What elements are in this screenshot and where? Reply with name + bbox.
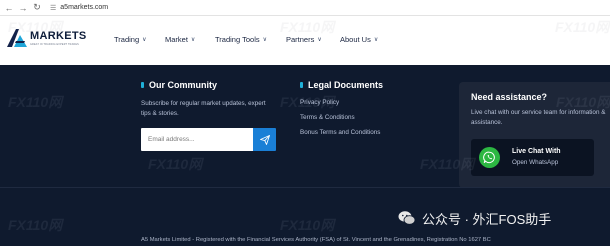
bullet-marker-icon bbox=[141, 82, 144, 88]
nav-item-market[interactable]: Market ∨ bbox=[165, 35, 195, 44]
chevron-down-icon: ∨ bbox=[262, 37, 268, 43]
assistance-title: Need assistance? bbox=[471, 92, 548, 102]
chevron-down-icon: ∨ bbox=[373, 37, 379, 43]
footer-divider bbox=[0, 187, 610, 188]
legal-notice: A5 Markets Limited - Registered with the… bbox=[141, 237, 491, 243]
nav-item-trading-tools[interactable]: Trading Tools ∨ bbox=[215, 35, 267, 44]
chat-title: Live Chat With bbox=[512, 148, 561, 155]
url-text: a5markets.com bbox=[60, 4, 109, 11]
site-header: MARKETS GREAT IN TRADING EXPERT TRADES T… bbox=[0, 16, 610, 65]
bonus-terms-link[interactable]: Bonus Terms and Conditions bbox=[300, 129, 380, 136]
whatsapp-icon bbox=[479, 147, 500, 168]
nav-item-trading[interactable]: Trading ∨ bbox=[114, 35, 147, 44]
wechat-watermark: 公众号 · 外汇FOS助手 bbox=[398, 206, 551, 230]
back-arrow-icon[interactable]: ← bbox=[2, 1, 16, 15]
nav-label: Market bbox=[165, 35, 188, 44]
nav-label: Trading bbox=[114, 35, 140, 44]
nav-item-partners[interactable]: Partners ∨ bbox=[286, 35, 322, 44]
community-title: Our Community bbox=[141, 80, 217, 90]
whatsapp-chat-button[interactable]: Live Chat With Open WhatsApp bbox=[471, 139, 594, 176]
chevron-down-icon: ∨ bbox=[317, 37, 322, 43]
nav-label: Trading Tools bbox=[215, 35, 260, 44]
chevron-down-icon: ∨ bbox=[142, 37, 147, 43]
community-description: Subscribe for regular market updates, ex… bbox=[141, 100, 266, 117]
nav-label: Partners bbox=[286, 35, 315, 44]
terms-conditions-link[interactable]: Terms & Conditions bbox=[300, 114, 355, 121]
chat-subtitle: Open WhatsApp bbox=[512, 159, 559, 166]
site-info-icon[interactable]: ☰ bbox=[50, 4, 56, 12]
browser-toolbar: ← → ↻ ☰ a5markets.com bbox=[0, 0, 610, 16]
reload-icon[interactable]: ↻ bbox=[30, 1, 44, 15]
logo-subtitle: GREAT IN TRADING EXPERT TRADES bbox=[30, 43, 79, 46]
wechat-icon bbox=[398, 210, 416, 226]
logo-mark-icon bbox=[5, 27, 29, 49]
assistance-panel: Need assistance? Live chat with our serv… bbox=[459, 82, 610, 188]
nav-label: About Us bbox=[340, 35, 371, 44]
forward-arrow-icon[interactable]: → bbox=[16, 1, 30, 15]
wechat-text: 公众号 · 外汇FOS助手 bbox=[422, 211, 552, 227]
nav-item-about-us[interactable]: About Us ∨ bbox=[340, 35, 378, 44]
legal-documents-title: Legal Documents bbox=[300, 80, 383, 90]
email-input[interactable] bbox=[141, 128, 253, 151]
logo[interactable]: MARKETS GREAT IN TRADING EXPERT TRADES bbox=[5, 27, 87, 49]
privacy-policy-link[interactable]: Privacy Policy bbox=[300, 99, 339, 106]
chevron-down-icon: ∨ bbox=[190, 37, 196, 43]
logo-title: MARKETS bbox=[30, 30, 87, 42]
bullet-marker-icon bbox=[300, 82, 303, 88]
address-bar[interactable]: ☰ a5markets.com bbox=[50, 4, 108, 12]
subscribe-send-button[interactable] bbox=[253, 128, 276, 151]
paper-plane-icon bbox=[259, 134, 270, 145]
assistance-description: Live chat with our service team for info… bbox=[471, 109, 606, 126]
